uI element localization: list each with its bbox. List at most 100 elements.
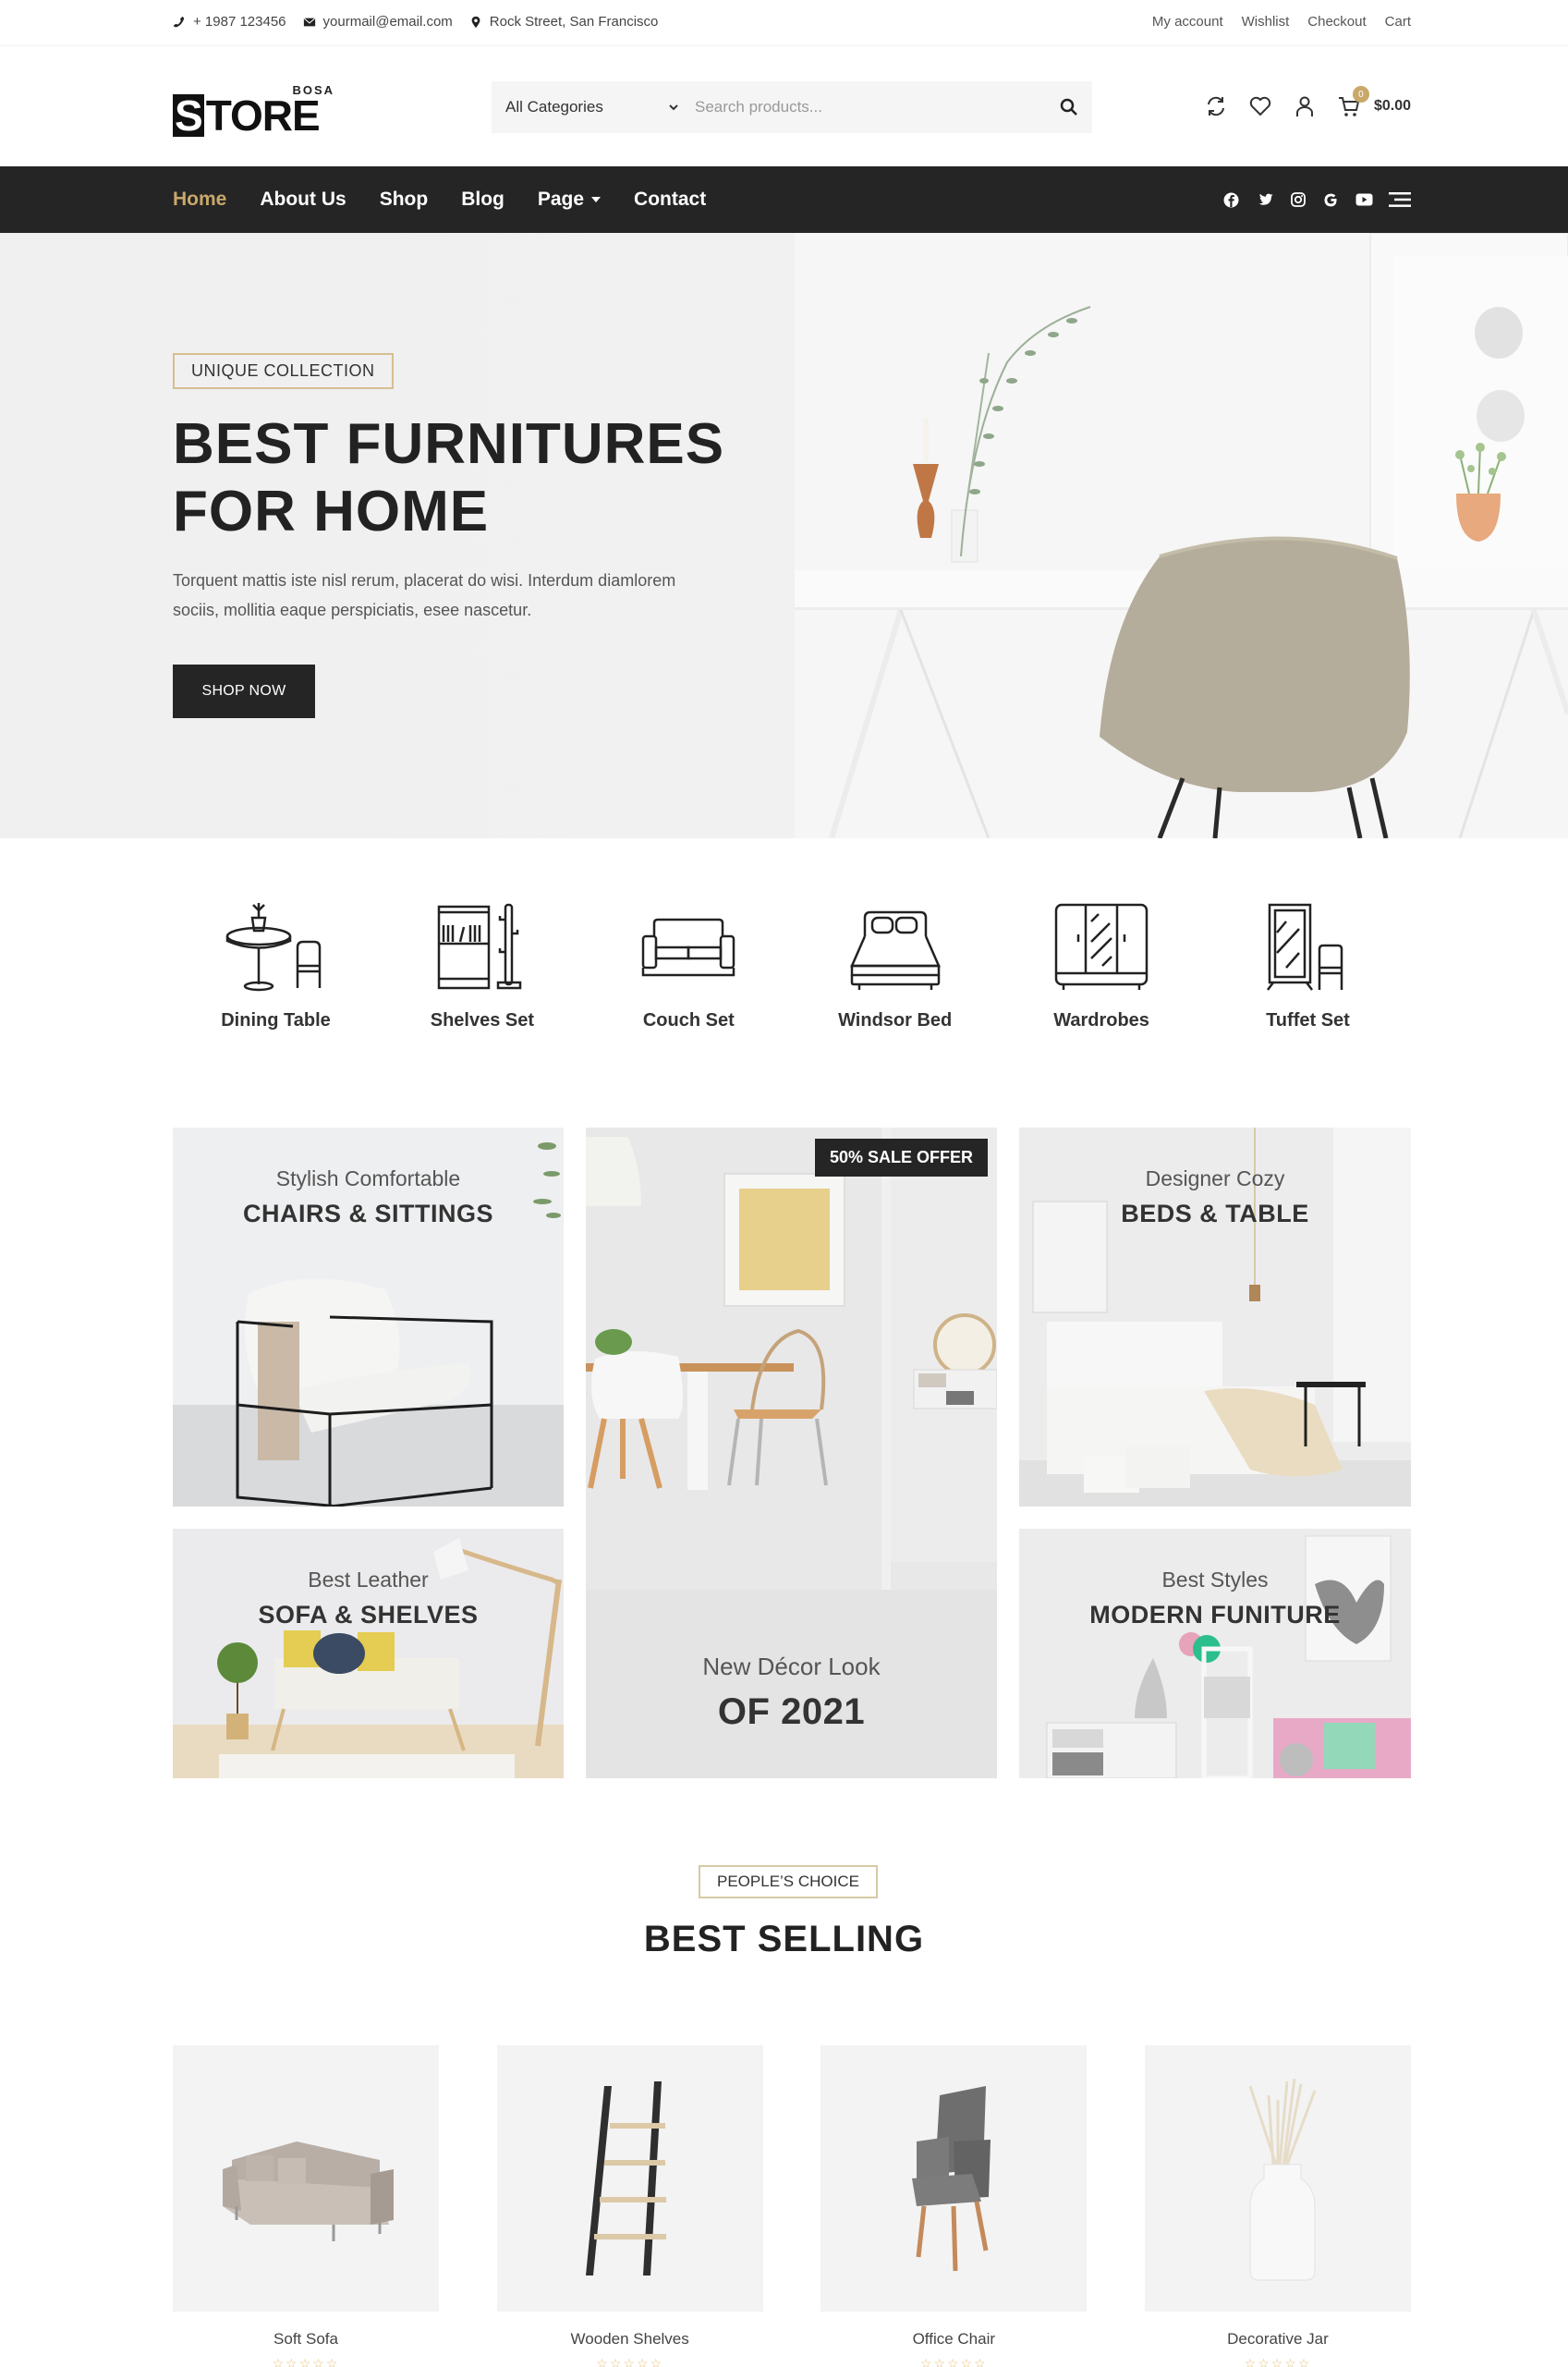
category-label: Dining Table <box>221 1010 331 1031</box>
hero-description: Torquent mattis iste nisl rerum, placera… <box>173 571 676 619</box>
youtube-link[interactable] <box>1355 191 1373 209</box>
banner-modern-furniture[interactable]: Best Styles MODERN FUNITURE <box>1019 1529 1411 1778</box>
category-wardrobes[interactable]: Wardrobes <box>999 901 1205 1031</box>
nav-page[interactable]: Page <box>537 189 602 211</box>
product-rating: ☆☆☆☆☆ <box>596 2356 664 2367</box>
nav-home[interactable]: Home <box>173 189 226 211</box>
email-info: yourmail@email.com <box>303 14 453 30</box>
banner-chairs-sittings[interactable]: Stylish Comfortable CHAIRS & SITTINGS <box>173 1128 564 1507</box>
product-rating: ☆☆☆☆☆ <box>919 2356 988 2367</box>
wardrobe-icon <box>1054 903 1149 990</box>
phone-info: + 1987 123456 <box>173 14 286 30</box>
facebook-icon <box>1223 192 1239 207</box>
logo[interactable]: BOSA STORE <box>173 83 334 139</box>
facebook-link[interactable] <box>1222 191 1240 209</box>
product-rating: ☆☆☆☆☆ <box>1244 2356 1312 2367</box>
nav-contact[interactable]: Contact <box>634 189 706 211</box>
instagram-link[interactable] <box>1289 191 1307 209</box>
hero-title-line1: BEST FURNITURES <box>173 412 725 476</box>
search-button[interactable] <box>1046 81 1092 133</box>
phone-number: + 1987 123456 <box>193 14 286 30</box>
cart-total[interactable]: $0.00 <box>1374 98 1411 115</box>
category-icons: Dining Table Shelves Set Couch Set Winds… <box>173 901 1411 1031</box>
heart-icon <box>1249 96 1271 116</box>
cart-button[interactable]: 0 <box>1337 86 1369 118</box>
product-name[interactable]: Soft Sofa <box>273 2330 338 2349</box>
nav-home-label: Home <box>173 189 227 210</box>
my-account-link[interactable]: My account <box>1152 14 1223 30</box>
user-icon <box>1295 96 1313 116</box>
nav-blog-label: Blog <box>461 189 504 210</box>
bed-icon <box>849 910 941 990</box>
hero-title: BEST FURNITURES FOR HOME <box>173 410 820 545</box>
shelves-icon <box>437 903 522 990</box>
nav-page-label: Page <box>537 189 585 210</box>
logo-main-text: STORE <box>173 94 321 137</box>
account-button[interactable] <box>1293 94 1317 118</box>
chevron-down-icon <box>669 104 678 111</box>
banner-beds-table[interactable]: Designer Cozy BEDS & TABLE <box>1019 1128 1411 1507</box>
category-windsor-bed[interactable]: Windsor Bed <box>792 901 998 1031</box>
checkout-link[interactable]: Checkout <box>1307 14 1366 30</box>
nav-about-us[interactable]: About Us <box>260 189 346 211</box>
envelope-icon <box>303 17 315 26</box>
youtube-icon <box>1355 193 1373 206</box>
product-name[interactable]: Office Chair <box>913 2330 995 2349</box>
header: BOSA STORE All Categories 0 $0.00 <box>0 46 1568 166</box>
address-info: Rock Street, San Francisco <box>469 14 658 30</box>
hero-image <box>795 233 1568 838</box>
cart-count-badge: 0 <box>1352 86 1369 103</box>
product-card[interactable]: Soft Sofa ☆☆☆☆☆ <box>173 2045 439 2367</box>
search-input[interactable] <box>695 98 1046 116</box>
phone-icon <box>173 16 185 27</box>
cart-link[interactable]: Cart <box>1385 14 1411 30</box>
category-tuffet-set[interactable]: Tuffet Set <box>1205 901 1411 1031</box>
nav-shop-label: Shop <box>379 189 429 210</box>
search-icon <box>1060 98 1077 116</box>
product-name[interactable]: Decorative Jar <box>1227 2330 1329 2349</box>
banner-title: MODERN FUNITURE <box>1089 1601 1341 1629</box>
category-select[interactable]: All Categories <box>492 98 695 116</box>
product-card[interactable]: Wooden Shelves ☆☆☆☆☆ <box>496 2045 763 2367</box>
product-card[interactable]: Office Chair ☆☆☆☆☆ <box>820 2045 1088 2367</box>
top-bar: + 1987 123456 yourmail@email.com Rock St… <box>0 0 1568 46</box>
nav-blog[interactable]: Blog <box>461 189 504 211</box>
hamburger-menu-icon <box>1389 192 1411 207</box>
nav-shop[interactable]: Shop <box>380 189 429 211</box>
product-grid: Soft Sofa ☆☆☆☆☆ Wooden Shelves ☆☆☆☆☆ Off… <box>173 2045 1411 2367</box>
instagram-icon <box>1290 192 1306 207</box>
shop-now-button[interactable]: SHOP NOW <box>173 665 315 718</box>
category-couch-set[interactable]: Couch Set <box>586 901 792 1031</box>
banner-new-decor[interactable]: 50% SALE OFFER New Décor Look OF 2021 <box>586 1128 997 1778</box>
banner-title: SOFA & SHELVES <box>258 1601 479 1629</box>
product-rating: ☆☆☆☆☆ <box>272 2356 340 2367</box>
wishlist-button[interactable] <box>1248 94 1272 118</box>
product-card[interactable]: Decorative Jar ☆☆☆☆☆ <box>1144 2045 1411 2367</box>
sofa-product-image <box>223 2141 394 2241</box>
category-select-value: All Categories <box>505 98 603 116</box>
side-menu-toggle[interactable] <box>1389 191 1411 209</box>
category-label: Wardrobes <box>1053 1010 1149 1031</box>
google-link[interactable] <box>1322 191 1340 209</box>
product-image[interactable] <box>820 2045 1088 2312</box>
twitter-link[interactable] <box>1256 191 1273 209</box>
peoples-choice-tag: PEOPLE’S CHOICE <box>699 1865 878 1898</box>
category-dining-table[interactable]: Dining Table <box>173 901 379 1031</box>
product-image[interactable] <box>1144 2045 1411 2312</box>
search-bar: All Categories <box>492 81 1092 133</box>
banner-subtitle: Stylish Comfortable <box>275 1166 461 1190</box>
compare-button[interactable] <box>1204 94 1228 118</box>
banner-title: BEDS & TABLE <box>1121 1200 1309 1227</box>
banner-subtitle: Designer Cozy <box>1145 1166 1285 1190</box>
banner-subtitle: New Décor Look <box>702 1653 881 1680</box>
category-shelves-set[interactable]: Shelves Set <box>379 901 585 1031</box>
banner-sofa-image <box>173 1529 564 1778</box>
banner-sofa-shelves[interactable]: Best Leather SOFA & SHELVES <box>173 1529 564 1778</box>
dining-table-icon <box>225 903 321 992</box>
product-name[interactable]: Wooden Shelves <box>571 2330 689 2349</box>
sale-offer-badge: 50% SALE OFFER <box>814 1139 988 1177</box>
product-image[interactable] <box>173 2045 439 2312</box>
product-image[interactable] <box>496 2045 763 2312</box>
wishlist-link[interactable]: Wishlist <box>1242 14 1290 30</box>
couch-icon <box>642 918 735 977</box>
